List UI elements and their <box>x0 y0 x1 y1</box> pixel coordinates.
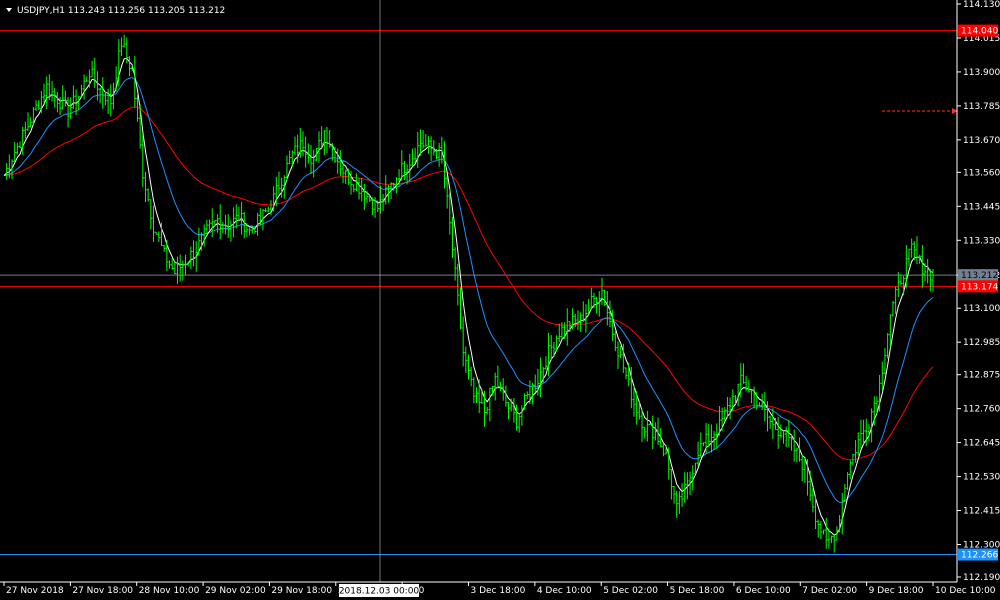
y-tick-label: 112.530 <box>963 473 1000 483</box>
y-tick-label: 113.670 <box>963 136 1000 146</box>
y-tick-label: 113.785 <box>963 102 1000 112</box>
y-tick-label: 113.560 <box>963 168 1000 178</box>
x-tick-label: 28 Nov 10:00 <box>139 586 200 596</box>
x-tick-label: 29 Nov 02:00 <box>205 586 266 596</box>
x-tick-label: 9 Dec 18:00 <box>869 586 924 596</box>
chart-background <box>0 0 1000 600</box>
crosshair-time-label: 2018.12.03 00:00 <box>339 587 420 597</box>
price-tag-label: 112.266 <box>961 551 998 561</box>
y-tick-label: 112.760 <box>963 405 1000 415</box>
price-tag-label: 114.040 <box>961 27 998 37</box>
y-tick-label: 112.415 <box>963 507 1000 517</box>
x-tick-label: 5 Dec 18:00 <box>670 586 725 596</box>
x-tick-label: 3 Dec 18:00 <box>471 586 526 596</box>
price-tag-label: 113.174 <box>961 282 998 292</box>
y-tick-label: 112.985 <box>963 338 1000 348</box>
x-tick-label: 5 Dec 02:00 <box>603 586 658 596</box>
x-tick-label: 7 Dec 02:00 <box>802 586 857 596</box>
y-tick-label: 113.445 <box>963 202 1000 212</box>
symbol-info-text: USDJPY,H1 113.243 113.256 113.205 113.21… <box>17 6 225 16</box>
x-tick-label: 27 Nov 2018 <box>6 586 64 596</box>
x-tick-label: 27 Nov 18:00 <box>72 586 133 596</box>
y-tick-label: 112.645 <box>963 439 1000 449</box>
x-tick-label: 10 Dec 10:00 <box>935 586 996 596</box>
y-tick-label: 113.900 <box>963 68 1000 78</box>
y-tick-label: 113.330 <box>963 236 1000 246</box>
x-tick-label: 4 Dec 10:00 <box>537 586 592 596</box>
x-tick-label: 6 Dec 10:00 <box>736 586 791 596</box>
price-chart[interactable]: 114.130114.015113.900113.785113.670113.5… <box>0 0 1000 600</box>
y-tick-label: 113.100 <box>963 304 1000 314</box>
x-tick-label: 29 Nov 18:00 <box>271 586 332 596</box>
y-tick-label: 112.875 <box>963 371 1000 381</box>
y-tick-label: 112.190 <box>963 573 1000 583</box>
y-tick-label: 114.130 <box>963 0 1000 10</box>
price-tag-label: 113.212 <box>961 271 998 281</box>
